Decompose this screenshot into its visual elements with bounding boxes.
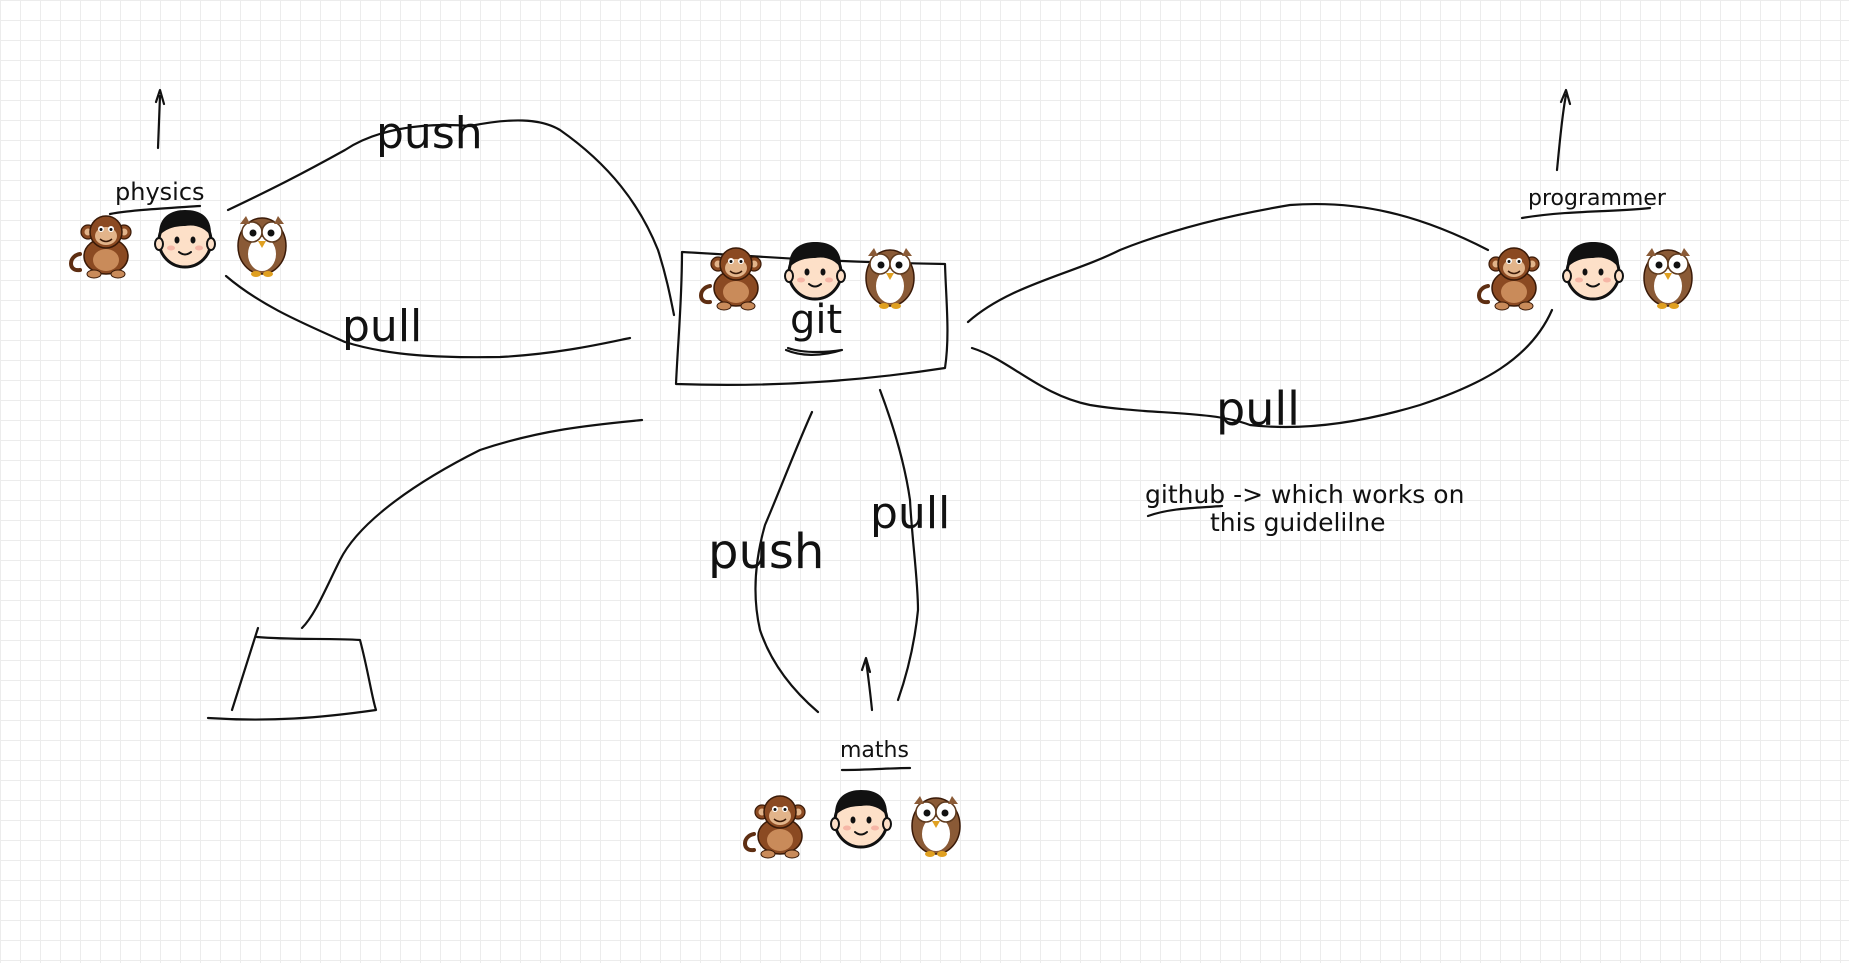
- owl-icon: [237, 215, 287, 278]
- maths-label: maths: [840, 738, 909, 763]
- programmer-push-connector: [966, 202, 1490, 324]
- monkey-icon: [69, 214, 133, 280]
- maths-pull-connector: [878, 388, 920, 702]
- monkey-icon: [743, 794, 807, 860]
- boy-icon: [829, 788, 893, 849]
- git-underline: [784, 346, 844, 356]
- owl-icon: [911, 795, 961, 858]
- physics-arrow: [154, 88, 166, 150]
- pull-connector-left: [224, 274, 632, 359]
- programmer-label: programmer: [1528, 186, 1666, 211]
- physics-label: physics: [115, 178, 205, 206]
- git-label: git: [790, 297, 843, 343]
- pull-label-right: pull: [1216, 382, 1300, 436]
- programmer-arrow: [1555, 88, 1572, 172]
- owl-icon: [1643, 247, 1693, 310]
- boy-icon: [783, 240, 847, 301]
- pull-label-left: pull: [342, 301, 423, 352]
- owl-icon: [865, 247, 915, 310]
- boy-icon: [153, 208, 217, 269]
- boy-icon: [1561, 240, 1625, 301]
- physics-avatars: [69, 208, 287, 280]
- whiteboard-canvas: [69, 88, 1693, 860]
- second-repo-box: [206, 626, 378, 721]
- push-label-bottom: push: [708, 524, 825, 580]
- github-note-line1: github -> which works on: [1145, 480, 1465, 509]
- pull-label-bottom: pull: [870, 488, 951, 539]
- github-note-line2: this guidelilne: [1210, 508, 1386, 537]
- maths-avatars: [743, 788, 961, 860]
- maths-arrow: [860, 656, 874, 712]
- monkey-icon: [1477, 246, 1541, 312]
- maths-underline: [840, 766, 912, 772]
- push-label-left: push: [376, 108, 483, 159]
- monkey-icon: [699, 246, 763, 312]
- programmer-avatars: [1477, 240, 1693, 312]
- second-remote-connector: [300, 418, 644, 630]
